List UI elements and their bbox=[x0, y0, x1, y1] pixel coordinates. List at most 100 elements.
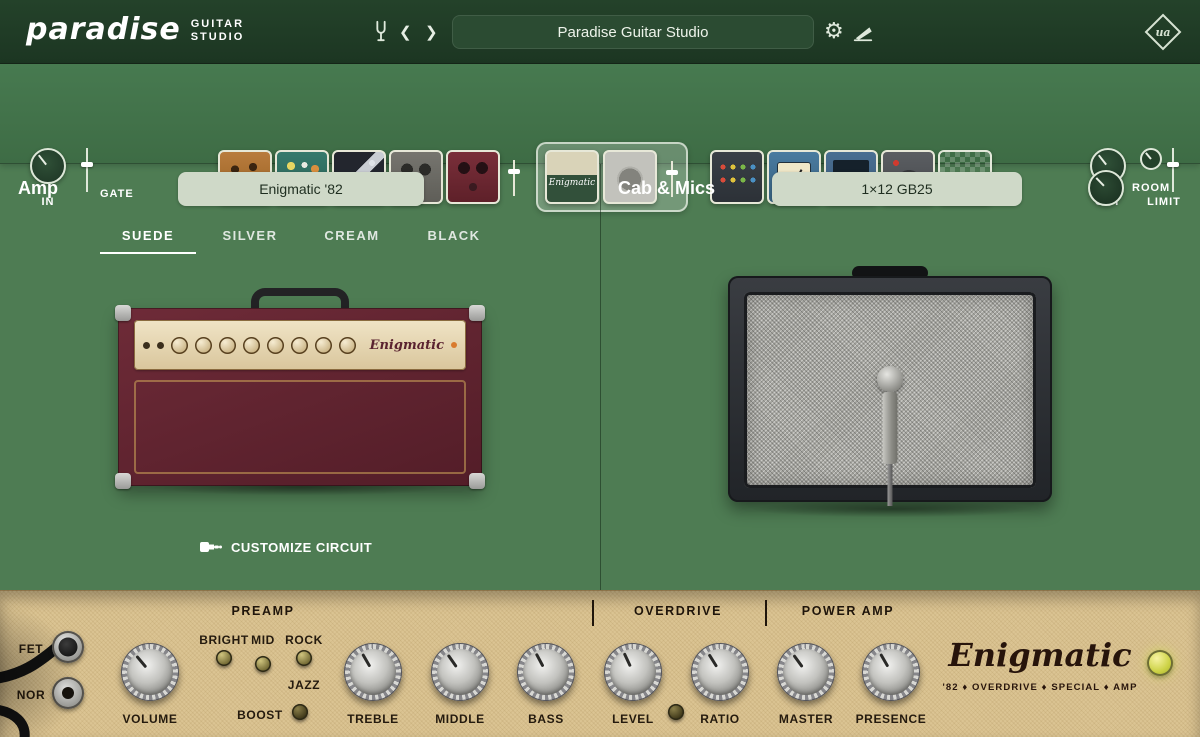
level-label: LEVEL bbox=[593, 712, 673, 726]
customize-circuit-label: CUSTOMIZE CIRCUIT bbox=[231, 540, 372, 555]
mini-knob bbox=[219, 337, 236, 354]
tab-black[interactable]: BLACK bbox=[406, 228, 502, 254]
preamp-section-label: PREAMP bbox=[203, 604, 323, 618]
mic-stand-pole bbox=[888, 464, 893, 506]
amp-control-panel: Enigmatic bbox=[134, 320, 466, 370]
microphone-head[interactable] bbox=[877, 366, 903, 392]
amp-body: Enigmatic bbox=[118, 308, 482, 486]
tuner-icon[interactable] bbox=[370, 19, 392, 46]
fet-input-jack[interactable] bbox=[52, 631, 84, 663]
settings-gear-icon[interactable]: ⚙ bbox=[824, 18, 844, 44]
amp-slot-thumbnail[interactable]: Enigmatic bbox=[545, 150, 599, 204]
corner-protector bbox=[469, 305, 485, 321]
rock-label: ROCK bbox=[276, 633, 332, 647]
limit-label: LIMIT bbox=[1136, 196, 1192, 208]
treble-label: TREBLE bbox=[333, 712, 413, 726]
microphone-body[interactable] bbox=[883, 392, 898, 464]
room-knob[interactable] bbox=[1088, 170, 1124, 206]
ratio-label: RATIO bbox=[680, 712, 760, 726]
mid-toggle[interactable] bbox=[255, 656, 271, 672]
cab-section-title: Cab & Mics bbox=[618, 178, 715, 199]
room-label: ROOM bbox=[1132, 182, 1184, 194]
nor-input-label: NOR bbox=[14, 688, 48, 702]
gate-fader[interactable] bbox=[80, 148, 94, 192]
poweramp-section-label: POWER AMP bbox=[788, 604, 908, 618]
master-knob[interactable] bbox=[777, 643, 835, 701]
amp-section-title: Amp bbox=[18, 178, 58, 199]
nor-input-jack[interactable] bbox=[52, 677, 84, 709]
amp-cab-divider bbox=[600, 164, 601, 590]
amp-thumb-label: Enigmatic bbox=[547, 178, 597, 188]
fet-input-label: FET bbox=[14, 642, 48, 656]
section-divider bbox=[592, 600, 594, 626]
amp-cab-selected-group[interactable]: Enigmatic bbox=[536, 142, 688, 212]
volume-knob[interactable] bbox=[121, 643, 179, 701]
pedal-controller-icon[interactable] bbox=[852, 21, 874, 46]
rock-jazz-toggle[interactable] bbox=[296, 650, 312, 666]
overdrive-section-label: OVERDRIVE bbox=[618, 604, 738, 618]
tab-cream[interactable]: CREAM bbox=[304, 228, 400, 254]
bright-toggle[interactable] bbox=[216, 650, 232, 666]
amp-brand-logo: Enigmatic bbox=[946, 636, 1134, 674]
pedal-slot-5[interactable] bbox=[446, 150, 500, 204]
amp-model-selector[interactable]: Enigmatic '82 bbox=[178, 172, 424, 206]
app-logo-line2: STUDIO bbox=[191, 31, 245, 44]
mini-jack bbox=[157, 342, 164, 349]
app-logo: paradise GUITAR STUDIO bbox=[26, 12, 244, 47]
bass-knob[interactable] bbox=[517, 643, 575, 701]
volume-label: VOLUME bbox=[110, 712, 190, 726]
treble-knob[interactable] bbox=[344, 643, 402, 701]
cab-image bbox=[728, 266, 1052, 510]
customize-circuit-button[interactable]: CUSTOMIZE CIRCUIT bbox=[200, 539, 372, 555]
master-label: MASTER bbox=[766, 712, 846, 726]
tab-silver[interactable]: SILVER bbox=[202, 228, 298, 254]
preset-next-button[interactable]: ❯ bbox=[425, 23, 438, 41]
pre-amp-level-fader[interactable] bbox=[507, 160, 521, 196]
middle-knob[interactable] bbox=[431, 643, 489, 701]
ua-logo[interactable]: ua bbox=[1144, 13, 1182, 51]
boost-toggle[interactable] bbox=[292, 704, 308, 720]
cab-model-selector[interactable]: 1×12 GB25 bbox=[772, 172, 1022, 206]
plugin-window: paradise GUITAR STUDIO ❮ ❯ Paradise Guit… bbox=[0, 0, 1200, 737]
mini-jack bbox=[143, 342, 150, 349]
signal-chain-bar: IN GATE Enigmatic OUT LIMIT bbox=[0, 64, 1200, 164]
ratio-knob[interactable] bbox=[691, 643, 749, 701]
boost-label: BOOST bbox=[232, 708, 288, 722]
app-logo-line1: GUITAR bbox=[191, 18, 245, 31]
amp-pilot-led bbox=[451, 342, 457, 348]
plug-icon bbox=[200, 539, 222, 555]
mini-knob bbox=[315, 337, 332, 354]
amp-front-pinstripe bbox=[134, 380, 466, 474]
presence-label: PRESENCE bbox=[851, 712, 931, 726]
pedal-slot-6[interactable] bbox=[710, 150, 764, 204]
mini-knob bbox=[171, 337, 188, 354]
app-logo-primary: paradise bbox=[26, 12, 181, 47]
section-divider bbox=[765, 600, 767, 626]
gate-label: GATE bbox=[100, 188, 144, 200]
presence-knob[interactable] bbox=[862, 643, 920, 701]
amp-head-image: Enigmatic bbox=[118, 288, 482, 486]
corner-protector bbox=[469, 473, 485, 489]
level-knob[interactable] bbox=[604, 643, 662, 701]
mini-knob bbox=[195, 337, 212, 354]
jazz-label: JAZZ bbox=[276, 678, 332, 692]
top-bar: paradise GUITAR STUDIO ❮ ❯ Paradise Guit… bbox=[0, 0, 1200, 64]
amp-head-brand: Enigmatic bbox=[370, 338, 444, 353]
mini-knob bbox=[267, 337, 284, 354]
middle-label: MIDDLE bbox=[420, 712, 500, 726]
amp-finish-tabs: SUEDE SILVER CREAM BLACK bbox=[100, 228, 502, 254]
corner-protector bbox=[115, 305, 131, 321]
mini-knob bbox=[291, 337, 308, 354]
tab-suede[interactable]: SUEDE bbox=[100, 228, 196, 254]
mini-knob bbox=[339, 337, 356, 354]
limit-knob[interactable] bbox=[1140, 148, 1162, 170]
amp-brand-subtitle: '82 ♦ OVERDRIVE ♦ SPECIAL ♦ AMP bbox=[938, 682, 1142, 693]
app-logo-secondary: GUITAR STUDIO bbox=[191, 18, 245, 44]
mini-knob bbox=[243, 337, 260, 354]
ua-logo-letters: ua bbox=[1155, 26, 1170, 39]
corner-protector bbox=[115, 473, 131, 489]
power-lamp[interactable] bbox=[1147, 650, 1173, 676]
preset-prev-button[interactable]: ❮ bbox=[399, 23, 412, 41]
bass-label: BASS bbox=[506, 712, 586, 726]
preset-name-field[interactable]: Paradise Guitar Studio bbox=[452, 15, 814, 49]
